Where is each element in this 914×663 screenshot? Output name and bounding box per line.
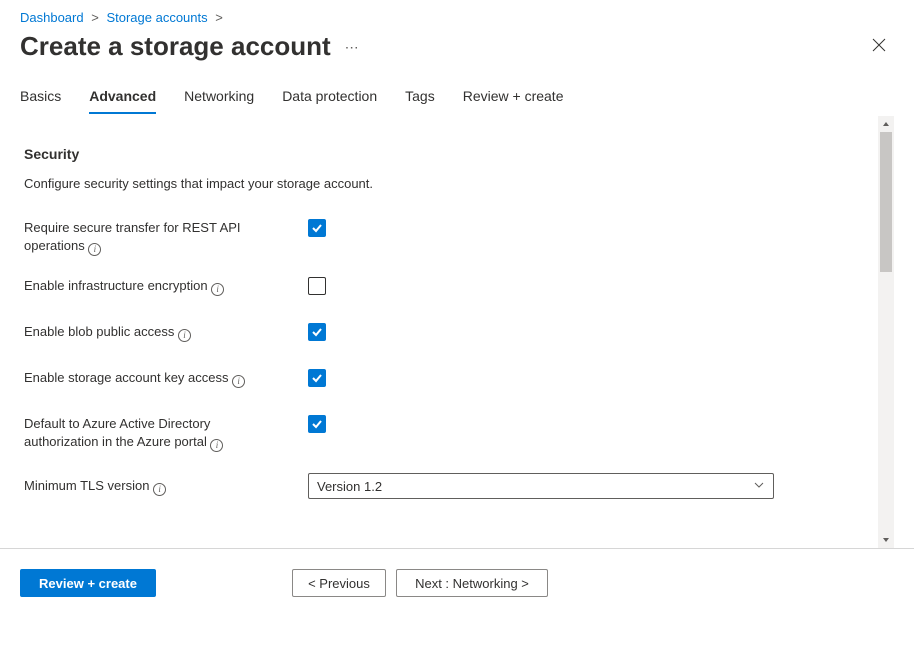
field-label-secure-transfer: Require secure transfer for REST API ope… (24, 220, 241, 253)
checkbox-blob-public[interactable] (308, 323, 326, 341)
select-min-tls[interactable]: Version 1.2 (308, 473, 774, 499)
field-label-min-tls: Minimum TLS version (24, 478, 149, 493)
field-label-blob-public: Enable blob public access (24, 324, 174, 339)
breadcrumb-storage-accounts[interactable]: Storage accounts (106, 10, 207, 25)
more-icon[interactable]: ⋯ (345, 40, 359, 54)
breadcrumb-dashboard[interactable]: Dashboard (20, 10, 84, 25)
section-header-security: Security (24, 146, 864, 162)
close-icon[interactable] (864, 32, 894, 61)
tab-basics[interactable]: Basics (20, 80, 61, 114)
tab-data-protection[interactable]: Data protection (282, 80, 377, 114)
checkbox-infra-encryption[interactable] (308, 277, 326, 295)
info-icon[interactable]: i (178, 329, 191, 342)
scrollbar-track[interactable] (878, 116, 894, 548)
chevron-right-icon: > (91, 10, 99, 25)
tab-advanced[interactable]: Advanced (89, 80, 156, 114)
scroll-down-icon[interactable] (878, 532, 894, 548)
info-icon[interactable]: i (211, 283, 224, 296)
info-icon[interactable]: i (153, 483, 166, 496)
info-icon[interactable]: i (88, 243, 101, 256)
checkbox-key-access[interactable] (308, 369, 326, 387)
tab-review-create[interactable]: Review + create (463, 80, 564, 114)
page-title: Create a storage account (20, 31, 331, 62)
select-min-tls-value: Version 1.2 (317, 479, 382, 494)
footer-bar: Review + create < Previous Next : Networ… (20, 549, 894, 617)
breadcrumb: Dashboard > Storage accounts > (20, 10, 894, 25)
checkbox-secure-transfer[interactable] (308, 219, 326, 237)
field-label-aad-default: Default to Azure Active Directory author… (24, 416, 210, 449)
tab-networking[interactable]: Networking (184, 80, 254, 114)
tabs: Basics Advanced Networking Data protecti… (20, 80, 894, 114)
tab-tags[interactable]: Tags (405, 80, 435, 114)
section-description: Configure security settings that impact … (24, 176, 864, 191)
review-create-button[interactable]: Review + create (20, 569, 156, 597)
scroll-up-icon[interactable] (878, 116, 894, 132)
info-icon[interactable]: i (232, 375, 245, 388)
field-label-key-access: Enable storage account key access (24, 370, 229, 385)
chevron-right-icon: > (215, 10, 223, 25)
scrollbar-thumb[interactable] (880, 132, 892, 272)
next-button[interactable]: Next : Networking > (396, 569, 548, 597)
checkbox-aad-default[interactable] (308, 415, 326, 433)
info-icon[interactable]: i (210, 439, 223, 452)
field-label-infra-encryption: Enable infrastructure encryption (24, 278, 208, 293)
chevron-down-icon (753, 479, 765, 494)
previous-button[interactable]: < Previous (292, 569, 386, 597)
